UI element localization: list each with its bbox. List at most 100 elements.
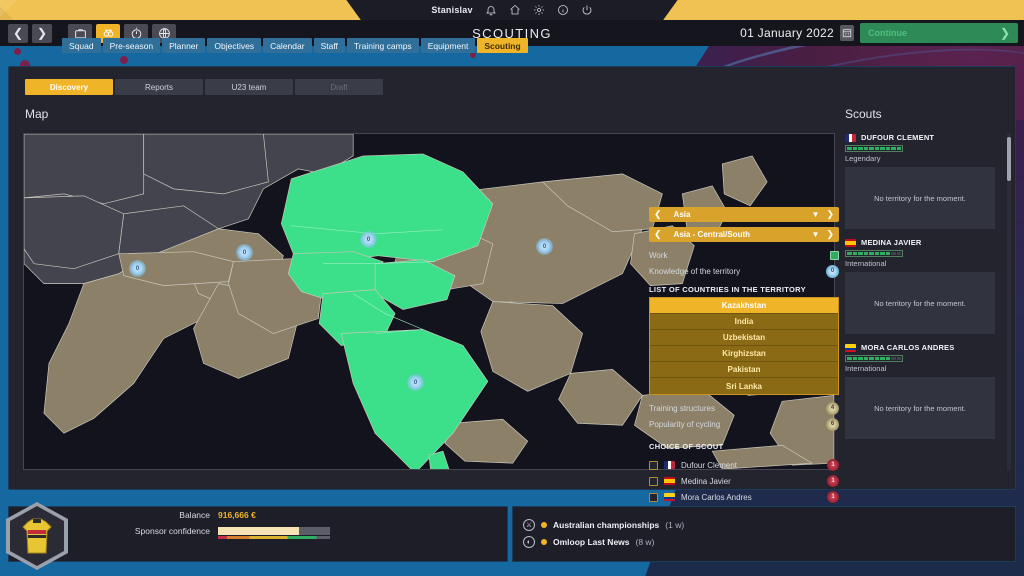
chevron-down-icon[interactable]: ▼ <box>812 210 827 219</box>
scout-card[interactable]: DUFOUR CLEMENT Legendary No territory fo… <box>845 133 1011 229</box>
next-continent-icon[interactable]: ❯ <box>826 209 834 220</box>
scout-choice-row[interactable]: Medina Javier 1 <box>649 473 839 489</box>
map-marker[interactable]: 0 <box>360 231 377 248</box>
event-weeks: (1 w) <box>665 520 685 530</box>
jersey-inner <box>10 506 64 566</box>
decor-dot <box>14 48 21 55</box>
gear-icon[interactable] <box>533 4 545 16</box>
continent-dropdown[interactable]: ❮ Asia ▼ ❯ <box>649 207 839 222</box>
map-marker[interactable]: 0 <box>236 244 253 261</box>
scouting-panel: Discovery Reports U23 team Draft Map Sco… <box>8 66 1016 503</box>
section-tab-bar: Squad Pre-season Planner Objectives Cale… <box>62 38 528 53</box>
region-value: Asia - Central/South <box>673 230 750 239</box>
tab-reports[interactable]: Reports <box>115 79 203 95</box>
chevron-down-icon[interactable]: ▼ <box>812 230 827 239</box>
map-marker[interactable]: 0 <box>129 260 146 277</box>
list-item[interactable]: ⚔ Australian championships (1 w) <box>523 519 684 531</box>
balance-label: Balance <box>179 510 210 520</box>
scout-card[interactable]: MORA CARLOS ANDRES International No terr… <box>845 343 1011 439</box>
checkbox[interactable] <box>649 460 658 470</box>
confidence-label: Sponsor confidence <box>134 526 210 536</box>
sub-tab-bar: Discovery Reports U23 team Draft <box>25 79 383 95</box>
balance-row: Balance 916,666 € <box>110 510 370 520</box>
status-dot <box>541 522 547 528</box>
continent-value: Asia <box>673 210 691 219</box>
bell-icon[interactable] <box>485 4 497 16</box>
scout-header: MORA CARLOS ANDRES <box>845 343 1011 352</box>
scout-name: MEDINA JAVIER <box>861 238 922 247</box>
rating-bar <box>845 355 903 362</box>
sidebar-item-scouting[interactable]: Scouting <box>477 38 528 53</box>
confidence-row: Sponsor confidence <box>110 526 370 539</box>
power-icon[interactable] <box>581 4 593 16</box>
sidebar-item-staff[interactable]: Staff <box>313 38 345 53</box>
checkbox[interactable] <box>649 476 658 486</box>
list-item[interactable]: Kirghizstan <box>650 346 838 362</box>
prev-continent-icon[interactable]: ❮ <box>654 209 662 220</box>
territory-controls: ❮ Asia ▼ ❯ ❮ Asia - Central/South ▼ ❯ Wo… <box>649 207 839 505</box>
list-item[interactable]: India <box>650 314 838 330</box>
event-weeks: (8 w) <box>635 537 655 547</box>
sidebar-item-training-camps[interactable]: Training camps <box>346 38 419 53</box>
work-status-indicator <box>830 250 839 260</box>
scrollbar-thumb[interactable] <box>1007 137 1011 181</box>
home-icon[interactable] <box>509 4 521 16</box>
flag-icon <box>845 238 856 247</box>
training-structures-row: Training structures 4 <box>649 400 839 416</box>
scouts-list[interactable]: DUFOUR CLEMENT Legendary No territory fo… <box>845 133 1011 470</box>
tab-u23-team[interactable]: U23 team <box>205 79 293 95</box>
events-list: ⚔ Australian championships (1 w) ◐ Omloo… <box>523 519 684 553</box>
list-item[interactable]: Kazakhstan <box>650 298 838 314</box>
list-item[interactable]: Sri Lanka <box>650 378 838 394</box>
scout-level: International <box>845 364 887 373</box>
popularity-row: Popularity of cycling 6 <box>649 416 839 432</box>
map-marker[interactable]: 0 <box>407 374 424 391</box>
flag-icon <box>845 343 856 352</box>
events-panel: ⚔ Australian championships (1 w) ◐ Omloo… <box>512 506 1016 562</box>
sidebar-item-pre-season[interactable]: Pre-season <box>102 38 161 53</box>
sidebar-item-planner[interactable]: Planner <box>162 38 206 53</box>
next-region-icon[interactable]: ❯ <box>826 229 834 240</box>
scout-level: International <box>845 259 887 268</box>
status-dot <box>541 539 547 545</box>
sidebar-item-objectives[interactable]: Objectives <box>207 38 262 53</box>
map-title: Map <box>25 107 49 121</box>
scout-header: MEDINA JAVIER <box>845 238 1011 247</box>
wheel-icon: ◐ <box>523 536 535 548</box>
countries-header: LIST OF COUNTRIES IN THE TERRITORY <box>649 285 806 294</box>
trophy-icon: ⚔ <box>523 519 535 531</box>
list-item[interactable]: Uzbekistan <box>650 330 838 346</box>
confidence-scale <box>218 536 330 539</box>
region-dropdown[interactable]: ❮ Asia - Central/South ▼ ❯ <box>649 227 839 242</box>
map-marker[interactable]: 0 <box>536 238 553 255</box>
sidebar-item-calendar[interactable]: Calendar <box>263 38 312 53</box>
list-item[interactable]: ◐ Omloop Last News (8 w) <box>523 536 684 548</box>
popularity-value: 6 <box>826 417 839 431</box>
user-strip: Stanislav <box>0 0 1024 20</box>
scout-choice-header: CHOICE OF SCOUT <box>649 442 724 451</box>
knowledge-label: Knowledge of the territory <box>649 266 741 276</box>
popularity-label: Popularity of cycling <box>649 419 721 429</box>
scout-choice-name: Dufour Clement <box>681 460 738 470</box>
scout-territory: No territory for the moment. <box>845 377 995 439</box>
knowledge-row: Knowledge of the territory 0 <box>649 263 839 279</box>
scout-choice-row[interactable]: Dufour Clement 1 <box>649 457 839 473</box>
rating-bar <box>845 250 903 257</box>
sidebar-item-squad[interactable]: Squad <box>62 38 101 53</box>
scout-name: DUFOUR CLEMENT <box>861 133 935 142</box>
footer-bar: ⚔ Australian championships (1 w) ◐ Omloo… <box>0 496 1024 576</box>
work-label: Work <box>649 250 668 260</box>
sidebar-item-equipment[interactable]: Equipment <box>420 38 476 53</box>
scrollbar-track[interactable] <box>1007 133 1011 470</box>
scout-level: Legendary <box>845 154 881 163</box>
game-window: Stanislav ❮ ❯ SCOUTING 01 January 2022 C… <box>0 0 1024 576</box>
list-item[interactable]: Pakistan <box>650 362 838 378</box>
tab-discovery[interactable]: Discovery <box>25 79 113 95</box>
event-name: Omloop Last News <box>553 537 630 547</box>
flag-icon <box>845 133 856 142</box>
balance-value: 916,666 € <box>218 510 256 520</box>
scout-card[interactable]: MEDINA JAVIER International No territory… <box>845 238 1011 334</box>
prev-region-icon[interactable]: ❮ <box>654 229 662 240</box>
info-icon[interactable] <box>557 4 569 16</box>
work-row: Work <box>649 247 839 263</box>
